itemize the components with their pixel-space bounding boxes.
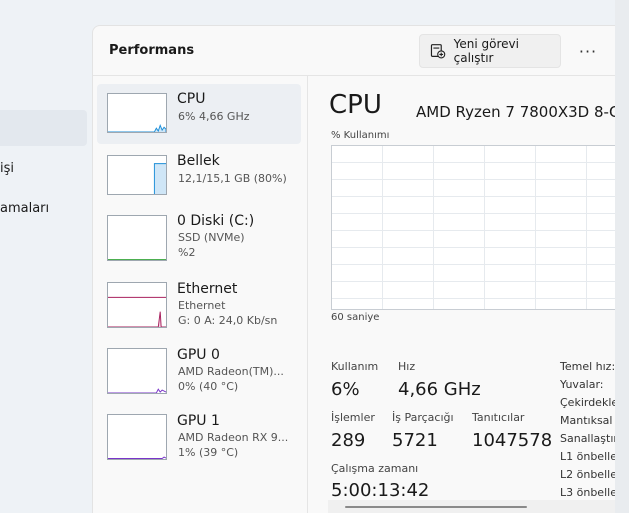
task-manager-window: Performans Yeni görevi çalıştır ··· CPU … — [92, 25, 615, 513]
item-name: Ethernet — [177, 281, 238, 297]
handles-label: Tanıtıcılar — [472, 411, 525, 424]
item-subtitle: 12,1/15,1 GB (80%) — [178, 172, 287, 185]
list-item-cpu[interactable]: CPU 6% 4,66 GHz — [97, 84, 301, 144]
new-task-icon — [430, 44, 446, 59]
cpu-usage-graph — [331, 145, 615, 310]
handles-value: 1047578 — [472, 430, 553, 451]
graph-time-label: 60 saniye — [331, 312, 380, 323]
processes-label: İşlemler — [331, 411, 375, 424]
run-new-task-label: Yeni görevi çalıştır — [453, 37, 519, 65]
item-subtitle: SSD (NVMe) — [178, 231, 245, 244]
speed-label: Hız — [398, 360, 416, 373]
disk-thumbnail-graph — [107, 215, 167, 261]
uptime-value: 5:00:13:42 — [331, 480, 430, 501]
gpu0-thumbnail-graph — [107, 348, 167, 394]
property-label: L2 önbelleğ — [560, 468, 615, 481]
property-label: Temel hız: — [560, 360, 615, 373]
page-title: Performans — [109, 43, 195, 58]
header: Performans Yeni görevi çalıştır ··· — [93, 26, 615, 76]
list-item-gpu-0[interactable]: GPU 0 AMD Radeon(TM)... 0% (40 °C) — [97, 340, 301, 400]
horizontal-scrollbar-thumb[interactable] — [345, 506, 527, 508]
item-subtitle: 1% (39 °C) — [178, 446, 239, 459]
list-item-gpu-1[interactable]: GPU 1 AMD Radeon RX 9... 1% (39 °C) — [97, 406, 301, 466]
property-label: L1 önbelleğ — [560, 450, 615, 463]
window-edge — [615, 0, 629, 513]
more-options-button[interactable]: ··· — [571, 36, 605, 66]
gpu1-thumbnail-graph — [107, 414, 167, 460]
property-label: Çekirdekle — [560, 396, 615, 409]
property-label: Mantıksal i — [560, 414, 615, 427]
property-label: Sanallaştırı — [560, 432, 615, 445]
item-subtitle: AMD Radeon(TM)... — [178, 365, 284, 378]
threads-value: 5721 — [392, 430, 438, 451]
item-name: Bellek — [177, 153, 220, 169]
speed-value: 4,66 GHz — [398, 379, 481, 400]
item-name: 0 Diski (C:) — [177, 213, 255, 229]
property-label: L3 önbelleğ — [560, 486, 615, 499]
threads-label: İş Parçacığı — [392, 411, 454, 424]
background-nav-item[interactable]: işi — [0, 161, 14, 176]
list-item-disk[interactable]: 0 Diski (C:) SSD (NVMe) %2 — [97, 206, 301, 266]
run-new-task-button[interactable]: Yeni görevi çalıştır — [419, 34, 561, 68]
item-name: CPU — [177, 91, 206, 107]
uptime-label: Çalışma zamanı — [331, 462, 419, 475]
item-subtitle: Ethernet — [178, 299, 226, 312]
item-name: GPU 0 — [177, 347, 220, 363]
list-item-memory[interactable]: Bellek 12,1/15,1 GB (80%) — [97, 146, 301, 206]
background-nav-selected — [0, 110, 87, 146]
item-subtitle: %2 — [178, 246, 196, 259]
ethernet-thumbnail-graph — [107, 282, 167, 328]
usage-graph-label: % Kullanımı — [331, 130, 390, 141]
cpu-detail-pane: CPU AMD Ryzen 7 7800X3D 8-Co % Kullanımı — [309, 76, 615, 513]
cpu-model-name: AMD Ryzen 7 7800X3D 8-Co — [416, 103, 615, 121]
item-subtitle: 6% 4,66 GHz — [178, 110, 250, 123]
item-subtitle: G: 0 A: 24,0 Kb/sn — [178, 314, 278, 327]
cpu-thumbnail-graph — [107, 93, 167, 133]
background-nav-item[interactable]: amaları — [0, 201, 49, 216]
item-name: GPU 1 — [177, 413, 220, 429]
property-label: Yuvalar: — [560, 378, 604, 391]
usage-label: Kullanım — [331, 360, 379, 373]
performance-list: CPU 6% 4,66 GHz Bellek 12,1/15,1 GB (80%… — [93, 76, 308, 513]
item-subtitle: 0% (40 °C) — [178, 380, 239, 393]
memory-thumbnail-graph — [107, 155, 167, 195]
item-subtitle: AMD Radeon RX 9... — [178, 431, 289, 444]
list-item-ethernet[interactable]: Ethernet Ethernet G: 0 A: 24,0 Kb/sn — [97, 274, 301, 334]
processes-value: 289 — [331, 430, 366, 451]
usage-value: 6% — [331, 379, 360, 400]
detail-title: CPU — [329, 90, 382, 120]
